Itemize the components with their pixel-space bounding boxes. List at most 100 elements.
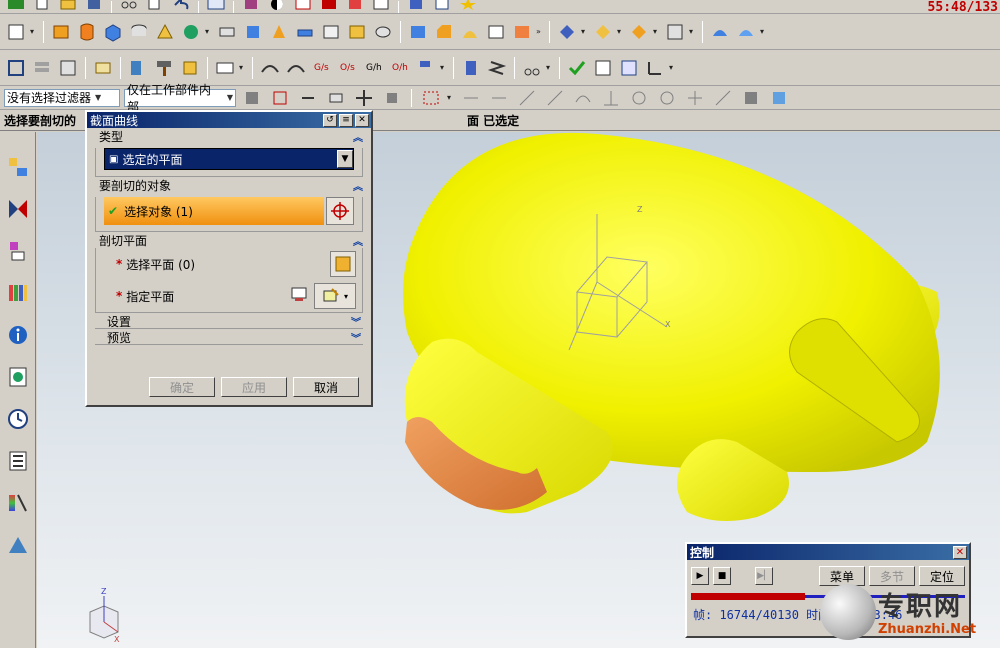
menu-icon[interactable]: ≡ (339, 113, 353, 127)
history-icon[interactable] (4, 404, 32, 434)
hole-icon[interactable] (215, 20, 239, 44)
snap-point-on-curve-icon[interactable] (543, 88, 567, 108)
snap-existing-icon[interactable] (683, 88, 707, 108)
cylinder-icon[interactable] (127, 20, 151, 44)
note-icon[interactable] (91, 56, 115, 80)
copy-icon[interactable] (143, 0, 167, 13)
face-icon[interactable] (324, 88, 348, 108)
chevron-down-icon[interactable]: ▾ (440, 63, 448, 72)
sketch-icon[interactable] (430, 0, 454, 13)
snap-face-icon[interactable] (739, 88, 763, 108)
check-icon[interactable] (565, 56, 589, 80)
pad-icon[interactable] (293, 20, 317, 44)
chevron-down-icon[interactable]: ▾ (447, 93, 455, 102)
part-navigator-icon[interactable] (4, 236, 32, 266)
move-icon[interactable] (352, 88, 376, 108)
shell-icon[interactable] (458, 20, 482, 44)
offset-icon[interactable] (484, 20, 508, 44)
o-surface-icon[interactable]: O/h (388, 56, 412, 80)
specify-plane-row[interactable]: * 指定平面 ▾ (96, 280, 362, 312)
scissors-icon[interactable] (520, 56, 544, 80)
chevron-down-icon[interactable]: ▾ (546, 63, 554, 72)
sphere-icon[interactable] (179, 20, 203, 44)
paint-icon[interactable] (369, 0, 393, 13)
select-objects-field[interactable]: ✔ 选择对象 (1) (104, 197, 324, 225)
star-icon[interactable] (456, 0, 480, 13)
hand-icon[interactable] (380, 88, 404, 108)
stop-icon[interactable]: ■ (713, 567, 731, 585)
cancel-button[interactable]: 取消 (293, 377, 359, 397)
info-icon[interactable] (4, 320, 32, 350)
layers-icon[interactable] (30, 56, 54, 80)
chevron-down-icon[interactable]: » (536, 27, 544, 36)
snap-line-icon[interactable] (515, 88, 539, 108)
type-dropdown[interactable]: ▣ 选定的平面 ▼ (104, 148, 354, 170)
snap-mid-icon[interactable] (487, 88, 511, 108)
snap-end-icon[interactable] (459, 88, 483, 108)
filter-tool-icon[interactable] (240, 88, 264, 108)
extrude-icon[interactable] (49, 20, 73, 44)
axis-icon[interactable] (643, 56, 667, 80)
revolve-icon[interactable] (75, 20, 99, 44)
chevron-down-icon[interactable]: ▾ (581, 27, 589, 36)
chevron-down-icon[interactable]: ▾ (760, 27, 768, 36)
wrench-icon[interactable] (126, 56, 150, 80)
chevron-down-icon[interactable]: ▾ (205, 27, 213, 36)
snap-quadrant-icon[interactable] (655, 88, 679, 108)
snap-point-icon[interactable] (268, 88, 292, 108)
g-curve-icon[interactable]: G/s (310, 56, 334, 80)
objects-section-header[interactable]: 要剖切的对象 ︽ (87, 177, 371, 193)
snap-perp-icon[interactable] (599, 88, 623, 108)
g-surface-icon[interactable]: G/h (362, 56, 386, 80)
constraint-navigator-icon[interactable] (4, 194, 32, 224)
settings-section-header[interactable]: 设置 ︾ (95, 315, 363, 329)
snap-center-icon[interactable] (627, 88, 651, 108)
flag-curve-icon[interactable] (414, 56, 438, 80)
open-folder-icon[interactable] (56, 0, 80, 13)
ok-button[interactable]: 确定 (149, 377, 215, 397)
cone-icon[interactable] (153, 20, 177, 44)
boss-icon[interactable] (241, 20, 265, 44)
snap-intersect-icon[interactable] (711, 88, 735, 108)
arrow-icon[interactable] (296, 88, 320, 108)
view-fit-icon[interactable] (4, 56, 28, 80)
hammer-icon[interactable] (152, 56, 176, 80)
chamfer-icon[interactable] (432, 20, 456, 44)
assembly-navigator-icon[interactable] (4, 152, 32, 182)
trim-icon[interactable] (555, 20, 579, 44)
chevron-down-icon[interactable]: ▾ (30, 27, 38, 36)
save-icon[interactable] (82, 0, 106, 13)
ball-icon[interactable] (265, 0, 289, 13)
reuse-library-icon[interactable] (4, 278, 32, 308)
render-icon[interactable] (239, 0, 263, 13)
select-box-icon[interactable] (419, 88, 443, 108)
plane-section-header[interactable]: 剖切平面 ︽ (87, 232, 371, 248)
sketch-icon[interactable] (4, 20, 28, 44)
shade-icon[interactable] (317, 0, 341, 13)
slot-icon[interactable] (319, 20, 343, 44)
cube-icon[interactable] (178, 56, 202, 80)
web-browser-icon[interactable] (4, 362, 32, 392)
chevron-down-icon[interactable]: ▾ (653, 27, 661, 36)
flag-icon[interactable] (343, 0, 367, 13)
step-icon[interactable]: ▶▏ (755, 567, 773, 585)
cylinder-icon[interactable] (459, 56, 483, 80)
preview-section-header[interactable]: 预览 ︾ (95, 331, 363, 345)
grid-icon[interactable] (617, 56, 641, 80)
curve1-icon[interactable] (258, 56, 282, 80)
play-icon[interactable]: ▶ (691, 567, 709, 585)
box-icon[interactable] (101, 20, 125, 44)
selection-filter-dropdown[interactable]: 没有选择过滤器 ▼ (4, 88, 120, 107)
stack-icon[interactable] (56, 56, 80, 80)
window-icon[interactable] (204, 0, 228, 13)
spring-icon[interactable] (485, 56, 509, 80)
snap-curve-icon[interactable] (571, 88, 595, 108)
scope-dropdown[interactable]: 仅在工作部件内部 ▼ (124, 83, 236, 114)
pattern-icon[interactable] (663, 20, 687, 44)
cut-icon[interactable] (117, 0, 141, 13)
snap-solid-icon[interactable] (767, 88, 791, 108)
inferred-plane-icon[interactable] (288, 283, 310, 305)
close-icon[interactable]: ✕ (355, 113, 369, 127)
display-icon[interactable] (291, 0, 315, 13)
surface-icon[interactable] (708, 20, 732, 44)
